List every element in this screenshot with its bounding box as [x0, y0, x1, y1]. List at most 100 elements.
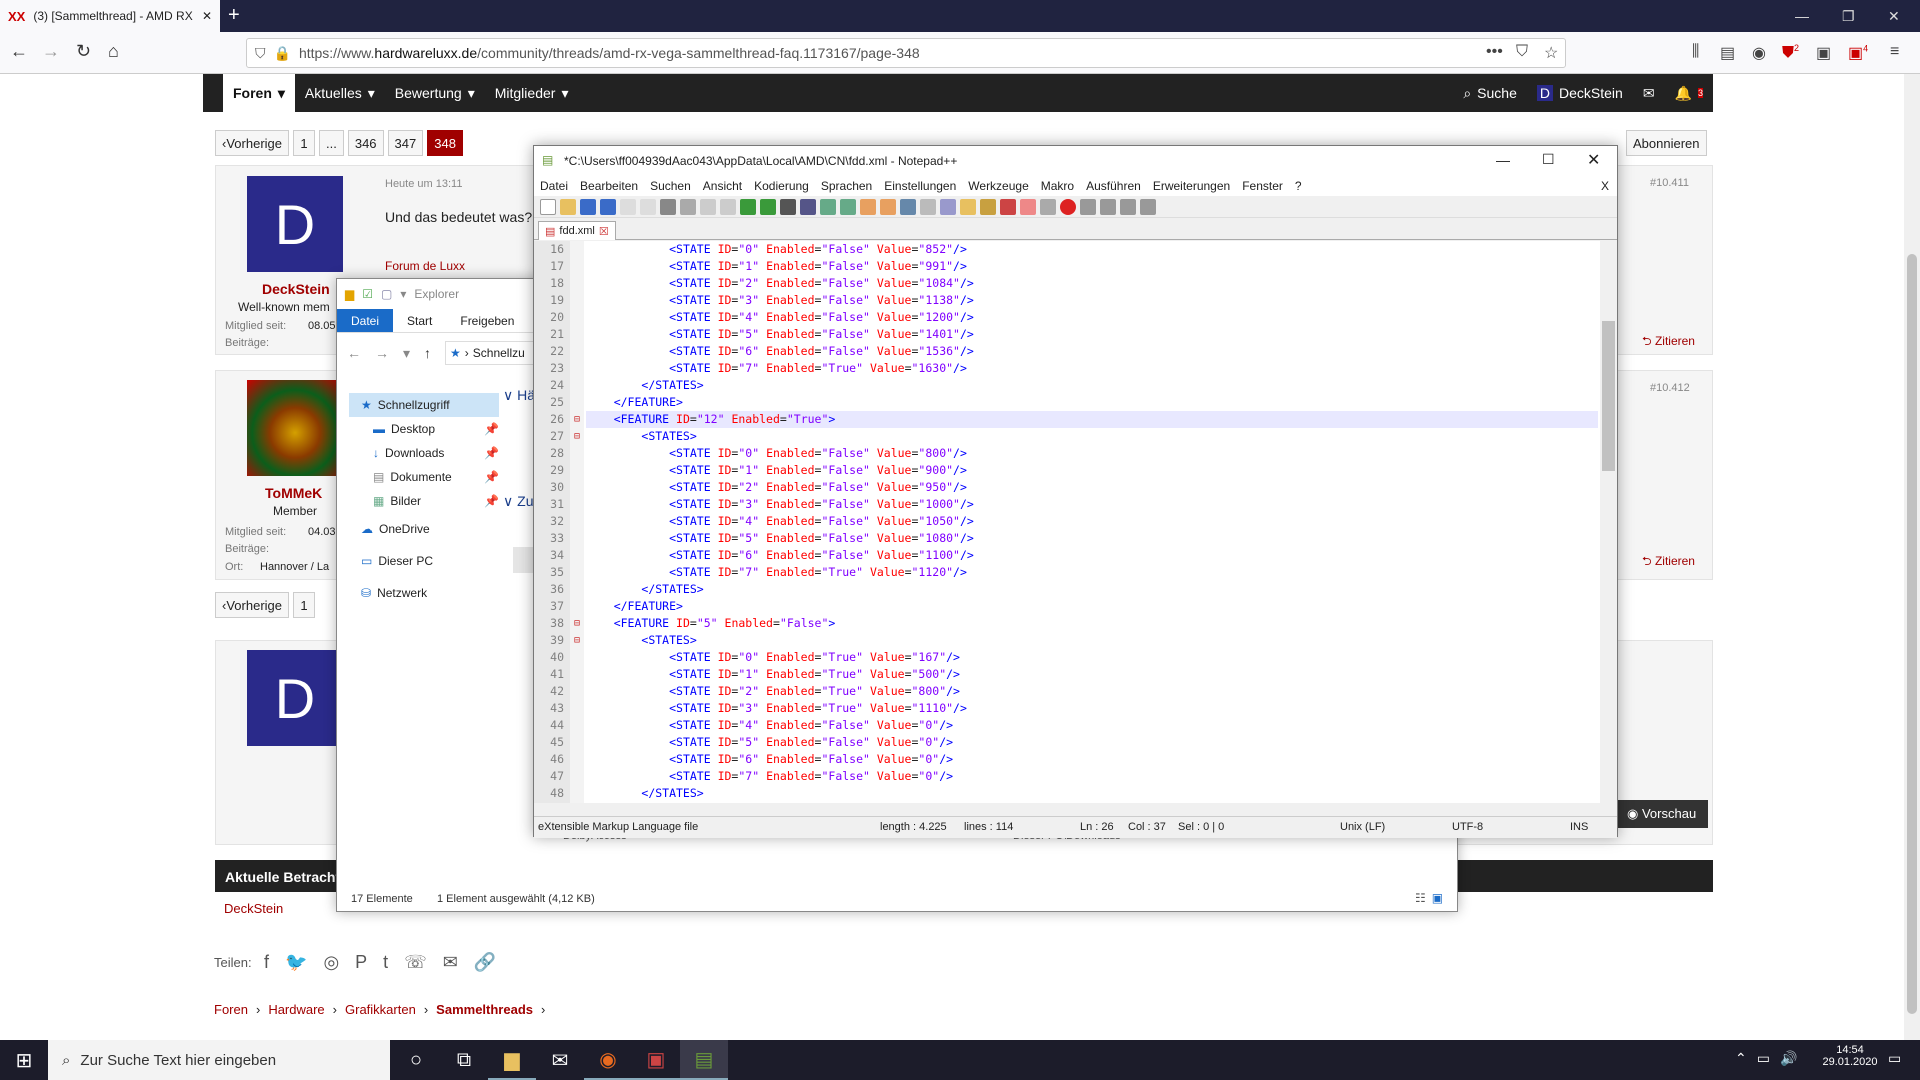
forward-icon[interactable]: →	[375, 345, 389, 362]
nav-bilder[interactable]: ▦ Bilder 📌	[349, 489, 499, 513]
new-tab-icon[interactable]: +	[228, 4, 240, 27]
code-line[interactable]: </STATES>	[586, 785, 1598, 802]
nav-bewertung[interactable]: Bewertung ▾	[385, 74, 485, 112]
code-line[interactable]: <FEATURE ID="5" Enabled="False">	[586, 615, 1598, 632]
indent-guide-icon[interactable]	[940, 198, 956, 215]
code-line[interactable]: <STATE ID="3" Enabled="False" Value="100…	[586, 496, 1598, 513]
fold-marker[interactable]	[570, 241, 584, 258]
nav-foren[interactable]: Foren ▾	[223, 74, 295, 112]
nav-mitglieder[interactable]: Mitglieder ▾	[485, 74, 579, 112]
breadcrumb-sammelthreads[interactable]: Sammelthreads	[436, 1002, 533, 1017]
word-wrap-icon[interactable]	[900, 198, 916, 215]
file-explorer-app-icon[interactable]: ▆	[488, 1040, 536, 1080]
code-line[interactable]: </FEATURE>	[586, 394, 1598, 411]
nav-dokumente[interactable]: ▤ Dokumente 📌	[349, 465, 499, 489]
menu-erweiterungen[interactable]: Erweiterungen	[1147, 179, 1236, 193]
play-macro-icon[interactable]	[1100, 198, 1116, 215]
code-line[interactable]: <STATE ID="4" Enabled="False" Value="0"/…	[586, 717, 1598, 734]
eol-format[interactable]: Unix (LF)	[1340, 821, 1385, 833]
extension-icon[interactable]: ▣	[1816, 43, 1831, 63]
breadcrumb-grafikkarten[interactable]: Grafikkarten	[345, 1002, 416, 1017]
menu-ausfuehren[interactable]: Ausführen	[1080, 179, 1147, 193]
tumblr-icon[interactable]: t	[383, 952, 388, 973]
replace-icon[interactable]	[800, 198, 816, 215]
fold-marker[interactable]	[570, 598, 584, 615]
start-icon[interactable]: ⊞	[0, 1040, 48, 1080]
minimize-icon[interactable]: —	[1496, 152, 1510, 168]
code-line[interactable]: <STATE ID="0" Enabled="True" Value="167"…	[586, 649, 1598, 666]
close-tab-icon[interactable]: ☒	[599, 225, 609, 238]
menu-suchen[interactable]: Suchen	[644, 179, 697, 193]
fold-marker[interactable]	[570, 309, 584, 326]
paste-icon[interactable]	[720, 198, 736, 215]
udl-icon[interactable]	[960, 198, 976, 215]
firefox-app-icon[interactable]: ◉	[584, 1040, 632, 1080]
find-icon[interactable]	[780, 198, 796, 215]
post-time[interactable]: Heute um 13:11	[385, 178, 462, 190]
code-line[interactable]: <STATE ID="1" Enabled="False" Value="900…	[586, 462, 1598, 479]
fold-marker[interactable]	[570, 343, 584, 360]
menu-help[interactable]: ?	[1289, 179, 1308, 193]
code-line[interactable]: <STATE ID="5" Enabled="False" Value="0"/…	[586, 734, 1598, 751]
group-frequent[interactable]: ∨ Hä	[503, 387, 535, 404]
nav-onedrive[interactable]: ☁ OneDrive	[349, 513, 499, 545]
quote-button[interactable]: ⮌ Zitieren	[1642, 332, 1695, 353]
fold-marker[interactable]	[570, 785, 584, 802]
nav-network[interactable]: ⛁ Netzwerk	[349, 577, 499, 609]
editor-scrollbar[interactable]	[1600, 241, 1617, 803]
home-icon[interactable]: ⌂	[108, 41, 119, 62]
code-line[interactable]: <STATE ID="7" Enabled="True" Value="1630…	[586, 360, 1598, 377]
close-all-icon[interactable]	[640, 198, 656, 215]
fold-marker[interactable]	[570, 717, 584, 734]
cut-icon[interactable]	[680, 198, 696, 215]
menu-kodierung[interactable]: Kodierung	[748, 179, 815, 193]
code-line[interactable]: <STATE ID="5" Enabled="False" Value="140…	[586, 326, 1598, 343]
code-line[interactable]: <STATES>	[586, 428, 1598, 445]
close-file-icon[interactable]	[620, 198, 636, 215]
pocket-icon[interactable]: ⛉	[1516, 43, 1528, 61]
code-line[interactable]: <STATE ID="6" Enabled="False" Value="0"/…	[586, 751, 1598, 768]
fold-marker[interactable]	[570, 479, 584, 496]
fold-marker[interactable]	[570, 292, 584, 309]
fold-marker[interactable]	[570, 530, 584, 547]
fold-marker[interactable]	[570, 275, 584, 292]
sidebar-icon[interactable]: ▤	[1720, 43, 1735, 63]
code-line[interactable]: <STATE ID="0" Enabled="False" Value="852…	[586, 241, 1598, 258]
bell-icon[interactable]: 🔔 3	[1665, 74, 1713, 112]
prev-page-button[interactable]: ‹ Vorherige	[215, 592, 289, 618]
fold-marker[interactable]: ⊟	[570, 428, 584, 445]
close-icon[interactable]: ✕	[1587, 150, 1600, 170]
menu-fenster[interactable]: Fenster	[1236, 179, 1289, 193]
fold-marker[interactable]	[570, 462, 584, 479]
up-icon[interactable]: ↑	[424, 345, 431, 362]
dropdown-icon[interactable]: ▾	[400, 287, 406, 301]
menu-bearbeiten[interactable]: Bearbeiten	[574, 179, 644, 193]
menu-sprachen[interactable]: Sprachen	[815, 179, 878, 193]
lion-avatar[interactable]	[247, 380, 343, 476]
page-1[interactable]: 1	[293, 130, 315, 156]
stop-macro-icon[interactable]	[1080, 198, 1096, 215]
copy-icon[interactable]	[700, 198, 716, 215]
save-macro-icon[interactable]	[1140, 198, 1156, 215]
record-macro-icon[interactable]	[1060, 198, 1076, 215]
task-view-icon[interactable]: ⧉	[440, 1040, 488, 1080]
code-line[interactable]: <STATE ID="4" Enabled="False" Value="105…	[586, 513, 1598, 530]
notepadpp-app-icon[interactable]: ▤	[680, 1040, 728, 1080]
insert-mode[interactable]: INS	[1570, 821, 1588, 833]
email-icon[interactable]: ✉	[443, 952, 458, 973]
reload-icon[interactable]: ↻	[76, 41, 91, 62]
avatar[interactable]: D	[247, 176, 343, 272]
mail-app-icon[interactable]: ✉	[536, 1040, 584, 1080]
redo-icon[interactable]	[760, 198, 776, 215]
function-list-icon[interactable]	[1000, 198, 1016, 215]
lock-icon[interactable]: 🔒	[274, 45, 291, 62]
close-tab-icon[interactable]: ✕	[202, 9, 212, 23]
fold-marker[interactable]: ⊟	[570, 411, 584, 428]
post-number[interactable]: #10.412	[1650, 382, 1690, 394]
code-line[interactable]: <STATE ID="2" Enabled="False" Value="950…	[586, 479, 1598, 496]
extension2-icon[interactable]: ▣4	[1848, 43, 1868, 63]
quote-button[interactable]: ⮌ Zitieren	[1642, 552, 1695, 573]
sync-horizontal-icon[interactable]	[880, 198, 896, 215]
monitoring-icon[interactable]	[1040, 198, 1056, 215]
fold-marker[interactable]	[570, 360, 584, 377]
